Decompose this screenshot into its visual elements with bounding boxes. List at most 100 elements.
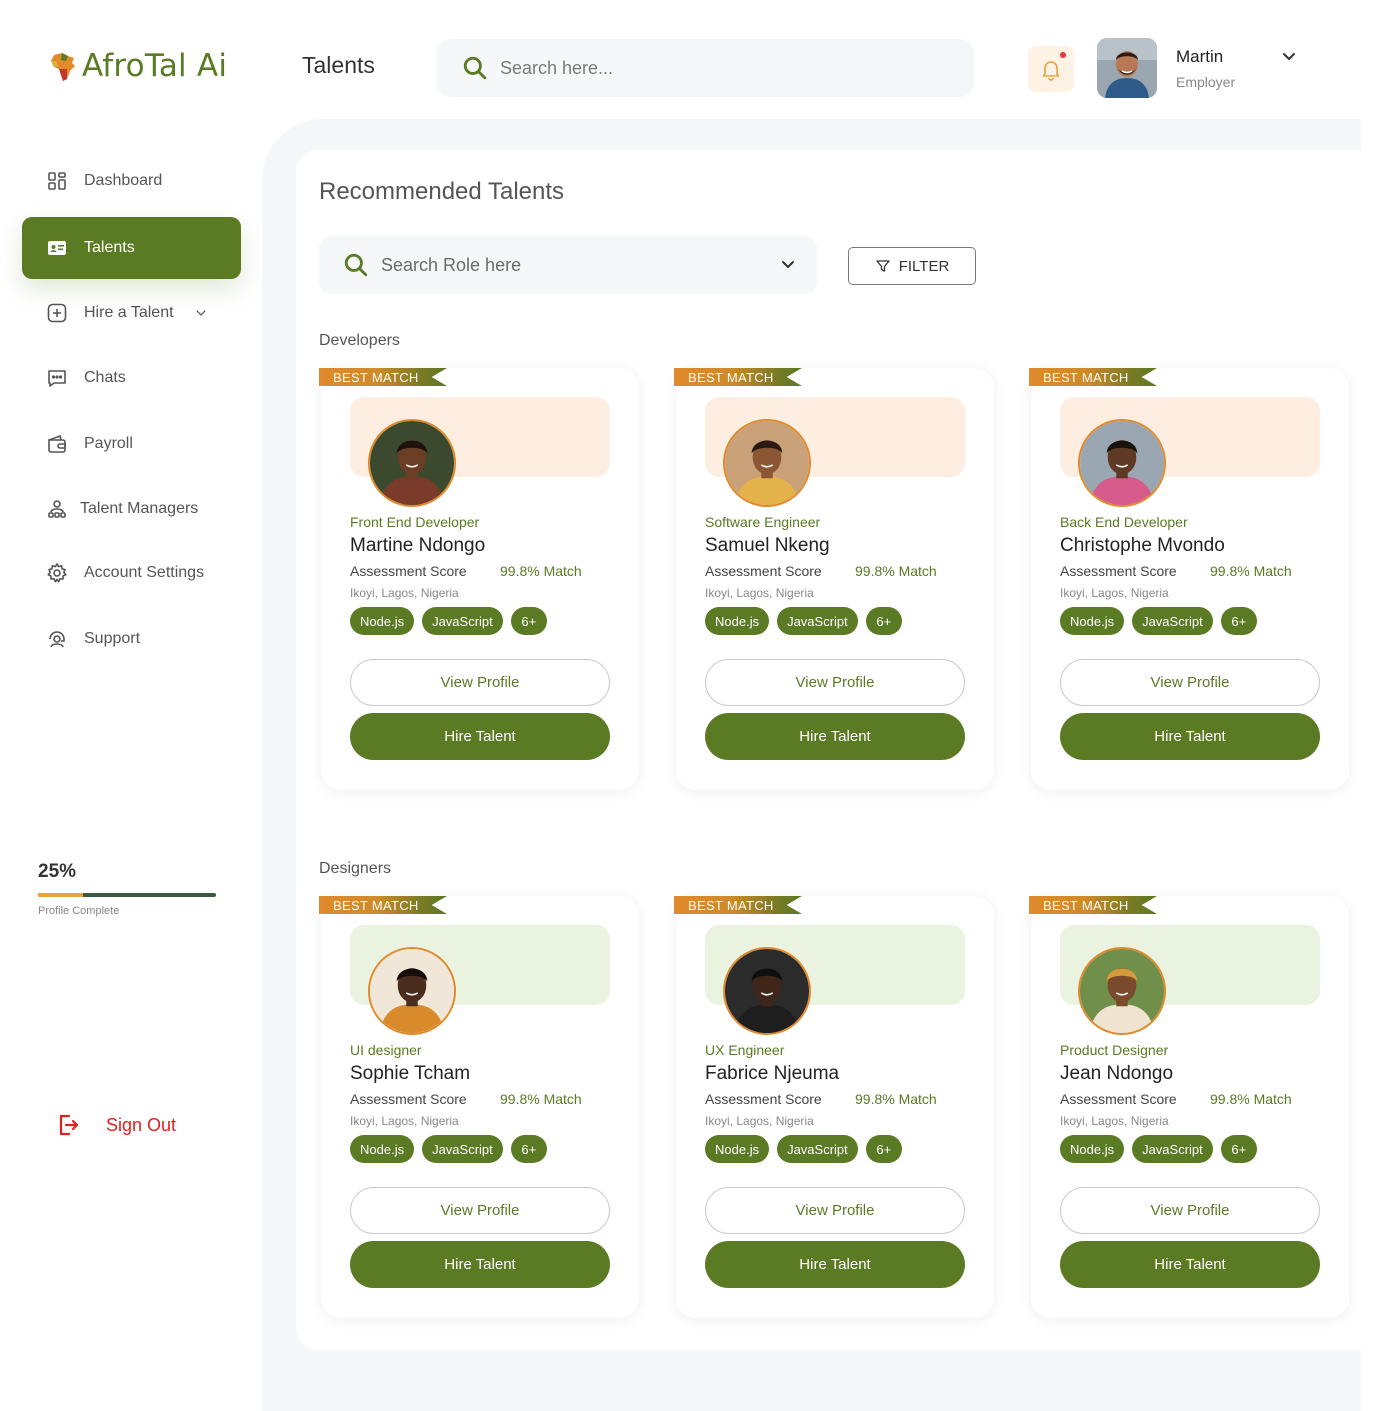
skill-tag[interactable]: JavaScript [777, 607, 858, 635]
signout-label: Sign Out [106, 1114, 177, 1135]
signout-button[interactable]: Sign Out [56, 1112, 176, 1138]
talent-location: Ikoyi, Lagos, Nigeria [350, 1114, 459, 1128]
talent-avatar[interactable] [368, 947, 456, 1035]
talent-photo [725, 421, 809, 505]
brand-logo[interactable]: AfroTal Ai [48, 48, 227, 84]
group-label-developers: Developers [319, 332, 400, 349]
talent-photo [1080, 949, 1164, 1033]
profile-progress-caption: Profile Complete [38, 905, 120, 917]
sidebar-item-label: Support [84, 630, 141, 647]
talent-card: BEST MATCH Back End Developer Christophe M… [1029, 368, 1349, 790]
more-skills-tag[interactable]: 6+ [1220, 607, 1257, 635]
view-profile-button[interactable]: View Profile [1060, 1187, 1320, 1234]
best-match-ribbon: BEST MATCH [674, 368, 802, 386]
user-avatar[interactable] [1097, 38, 1157, 98]
more-skills-tag[interactable]: 6+ [1220, 1135, 1257, 1163]
filter-button[interactable]: FILTER [848, 247, 976, 285]
hire-talent-button[interactable]: Hire Talent [705, 1241, 965, 1288]
talent-avatar[interactable] [723, 419, 811, 507]
sidebar-item-account-settings[interactable]: Account Settings [46, 562, 204, 584]
role-search-dropdown[interactable]: Search Role here [319, 236, 817, 294]
talent-role: UX Engineer [705, 1042, 785, 1058]
hire-talent-button[interactable]: Hire Talent [705, 713, 965, 760]
view-profile-button[interactable]: View Profile [1060, 659, 1320, 706]
view-profile-button[interactable]: View Profile [705, 659, 965, 706]
sidebar-item-label: Payroll [84, 435, 133, 452]
plus-square-icon [47, 303, 67, 323]
talent-card: BEST MATCH UI designer Sophie Tcham Assessm… [319, 896, 639, 1318]
skill-tags: Node.js JavaScript 6+ [1060, 1135, 1257, 1163]
talent-avatar[interactable] [1078, 419, 1166, 507]
skill-tag[interactable]: JavaScript [422, 1135, 503, 1163]
talent-photo [370, 421, 454, 505]
talent-card: BEST MATCH Product Designer Jean Ndongo Ass… [1029, 896, 1349, 1318]
sidebar-item-hire-a-talent[interactable]: Hire a Talent [46, 302, 208, 324]
talent-card: BEST MATCH Front End Developer Martine Ndo… [319, 368, 639, 790]
talent-role: UI designer [350, 1042, 422, 1058]
sidebar-item-dashboard[interactable]: Dashboard [46, 170, 162, 192]
hire-talent-button[interactable]: Hire Talent [1060, 713, 1320, 760]
match-score: 99.8% Match [855, 1091, 937, 1107]
talent-avatar[interactable] [368, 419, 456, 507]
talent-avatar[interactable] [723, 947, 811, 1035]
skill-tag[interactable]: Node.js [1060, 1135, 1125, 1163]
user-role: Employer [1176, 74, 1236, 90]
talent-location: Ikoyi, Lagos, Nigeria [705, 1114, 814, 1128]
chevron-down-icon[interactable] [1280, 48, 1298, 66]
search-icon [344, 253, 368, 277]
global-search[interactable] [436, 39, 974, 97]
view-profile-button[interactable]: View Profile [705, 1187, 965, 1234]
more-skills-tag[interactable]: 6+ [865, 607, 902, 635]
skill-tag[interactable]: Node.js [350, 1135, 415, 1163]
sidebar-item-payroll[interactable]: Payroll [46, 433, 133, 455]
match-score: 99.8% Match [1210, 563, 1292, 579]
hire-talent-button[interactable]: Hire Talent [1060, 1241, 1320, 1288]
match-score: 99.8% Match [500, 563, 582, 579]
hire-talent-button[interactable]: Hire Talent [350, 1241, 610, 1288]
talent-name: Martine Ndongo [350, 535, 486, 556]
search-input[interactable] [500, 57, 940, 79]
view-profile-button[interactable]: View Profile [350, 659, 610, 706]
bell-icon [1042, 61, 1060, 81]
skill-tags: Node.js JavaScript 6+ [1060, 607, 1257, 635]
skill-tag[interactable]: JavaScript [1132, 1135, 1213, 1163]
user-name: Martin [1176, 47, 1224, 66]
skill-tag[interactable]: Node.js [705, 607, 770, 635]
skill-tag[interactable]: Node.js [350, 607, 415, 635]
sidebar-item-talents[interactable]: Talents [22, 217, 241, 279]
sidebar-item-talent-managers[interactable]: Talent Managers [46, 498, 198, 520]
skill-tag[interactable]: Node.js [1060, 607, 1125, 635]
dashboard-icon [48, 172, 66, 190]
skill-tags: Node.js JavaScript 6+ [350, 1135, 547, 1163]
more-skills-tag[interactable]: 6+ [510, 1135, 547, 1163]
talent-role: Front End Developer [350, 514, 480, 530]
id-card-icon [48, 241, 66, 255]
hire-talent-button[interactable]: Hire Talent [350, 713, 610, 760]
more-skills-tag[interactable]: 6+ [510, 607, 547, 635]
match-score: 99.8% Match [500, 1091, 582, 1107]
talent-card: BEST MATCH UX Engineer Fabrice Njeuma Asses… [674, 896, 994, 1318]
talent-photo [725, 949, 809, 1033]
logout-icon [59, 1114, 79, 1136]
skill-tag[interactable]: JavaScript [1132, 607, 1213, 635]
skill-tag[interactable]: Node.js [705, 1135, 770, 1163]
view-profile-button[interactable]: View Profile [350, 1187, 610, 1234]
talent-name: Sophie Tcham [350, 1063, 471, 1084]
support-icon [49, 631, 65, 648]
skill-tag[interactable]: JavaScript [422, 607, 503, 635]
assessment-score-label: Assessment Score [705, 563, 822, 579]
notifications-button[interactable] [1028, 46, 1074, 92]
skill-tag[interactable]: JavaScript [777, 1135, 858, 1163]
sidebar-item-chats[interactable]: Chats [46, 367, 126, 389]
sidebar-item-support[interactable]: Support [46, 628, 140, 650]
assessment-score-label: Assessment Score [1060, 563, 1177, 579]
talent-location: Ikoyi, Lagos, Nigeria [1060, 586, 1169, 600]
filter-label: FILTER [898, 257, 950, 275]
chat-icon [48, 370, 66, 387]
user-photo [1097, 38, 1157, 98]
more-skills-tag[interactable]: 6+ [865, 1135, 902, 1163]
sidebar-item-label: Hire a Talent [84, 304, 174, 321]
role-search-placeholder: Search Role here [381, 254, 522, 275]
talent-avatar[interactable] [1078, 947, 1166, 1035]
assessment-score-label: Assessment Score [350, 563, 467, 579]
